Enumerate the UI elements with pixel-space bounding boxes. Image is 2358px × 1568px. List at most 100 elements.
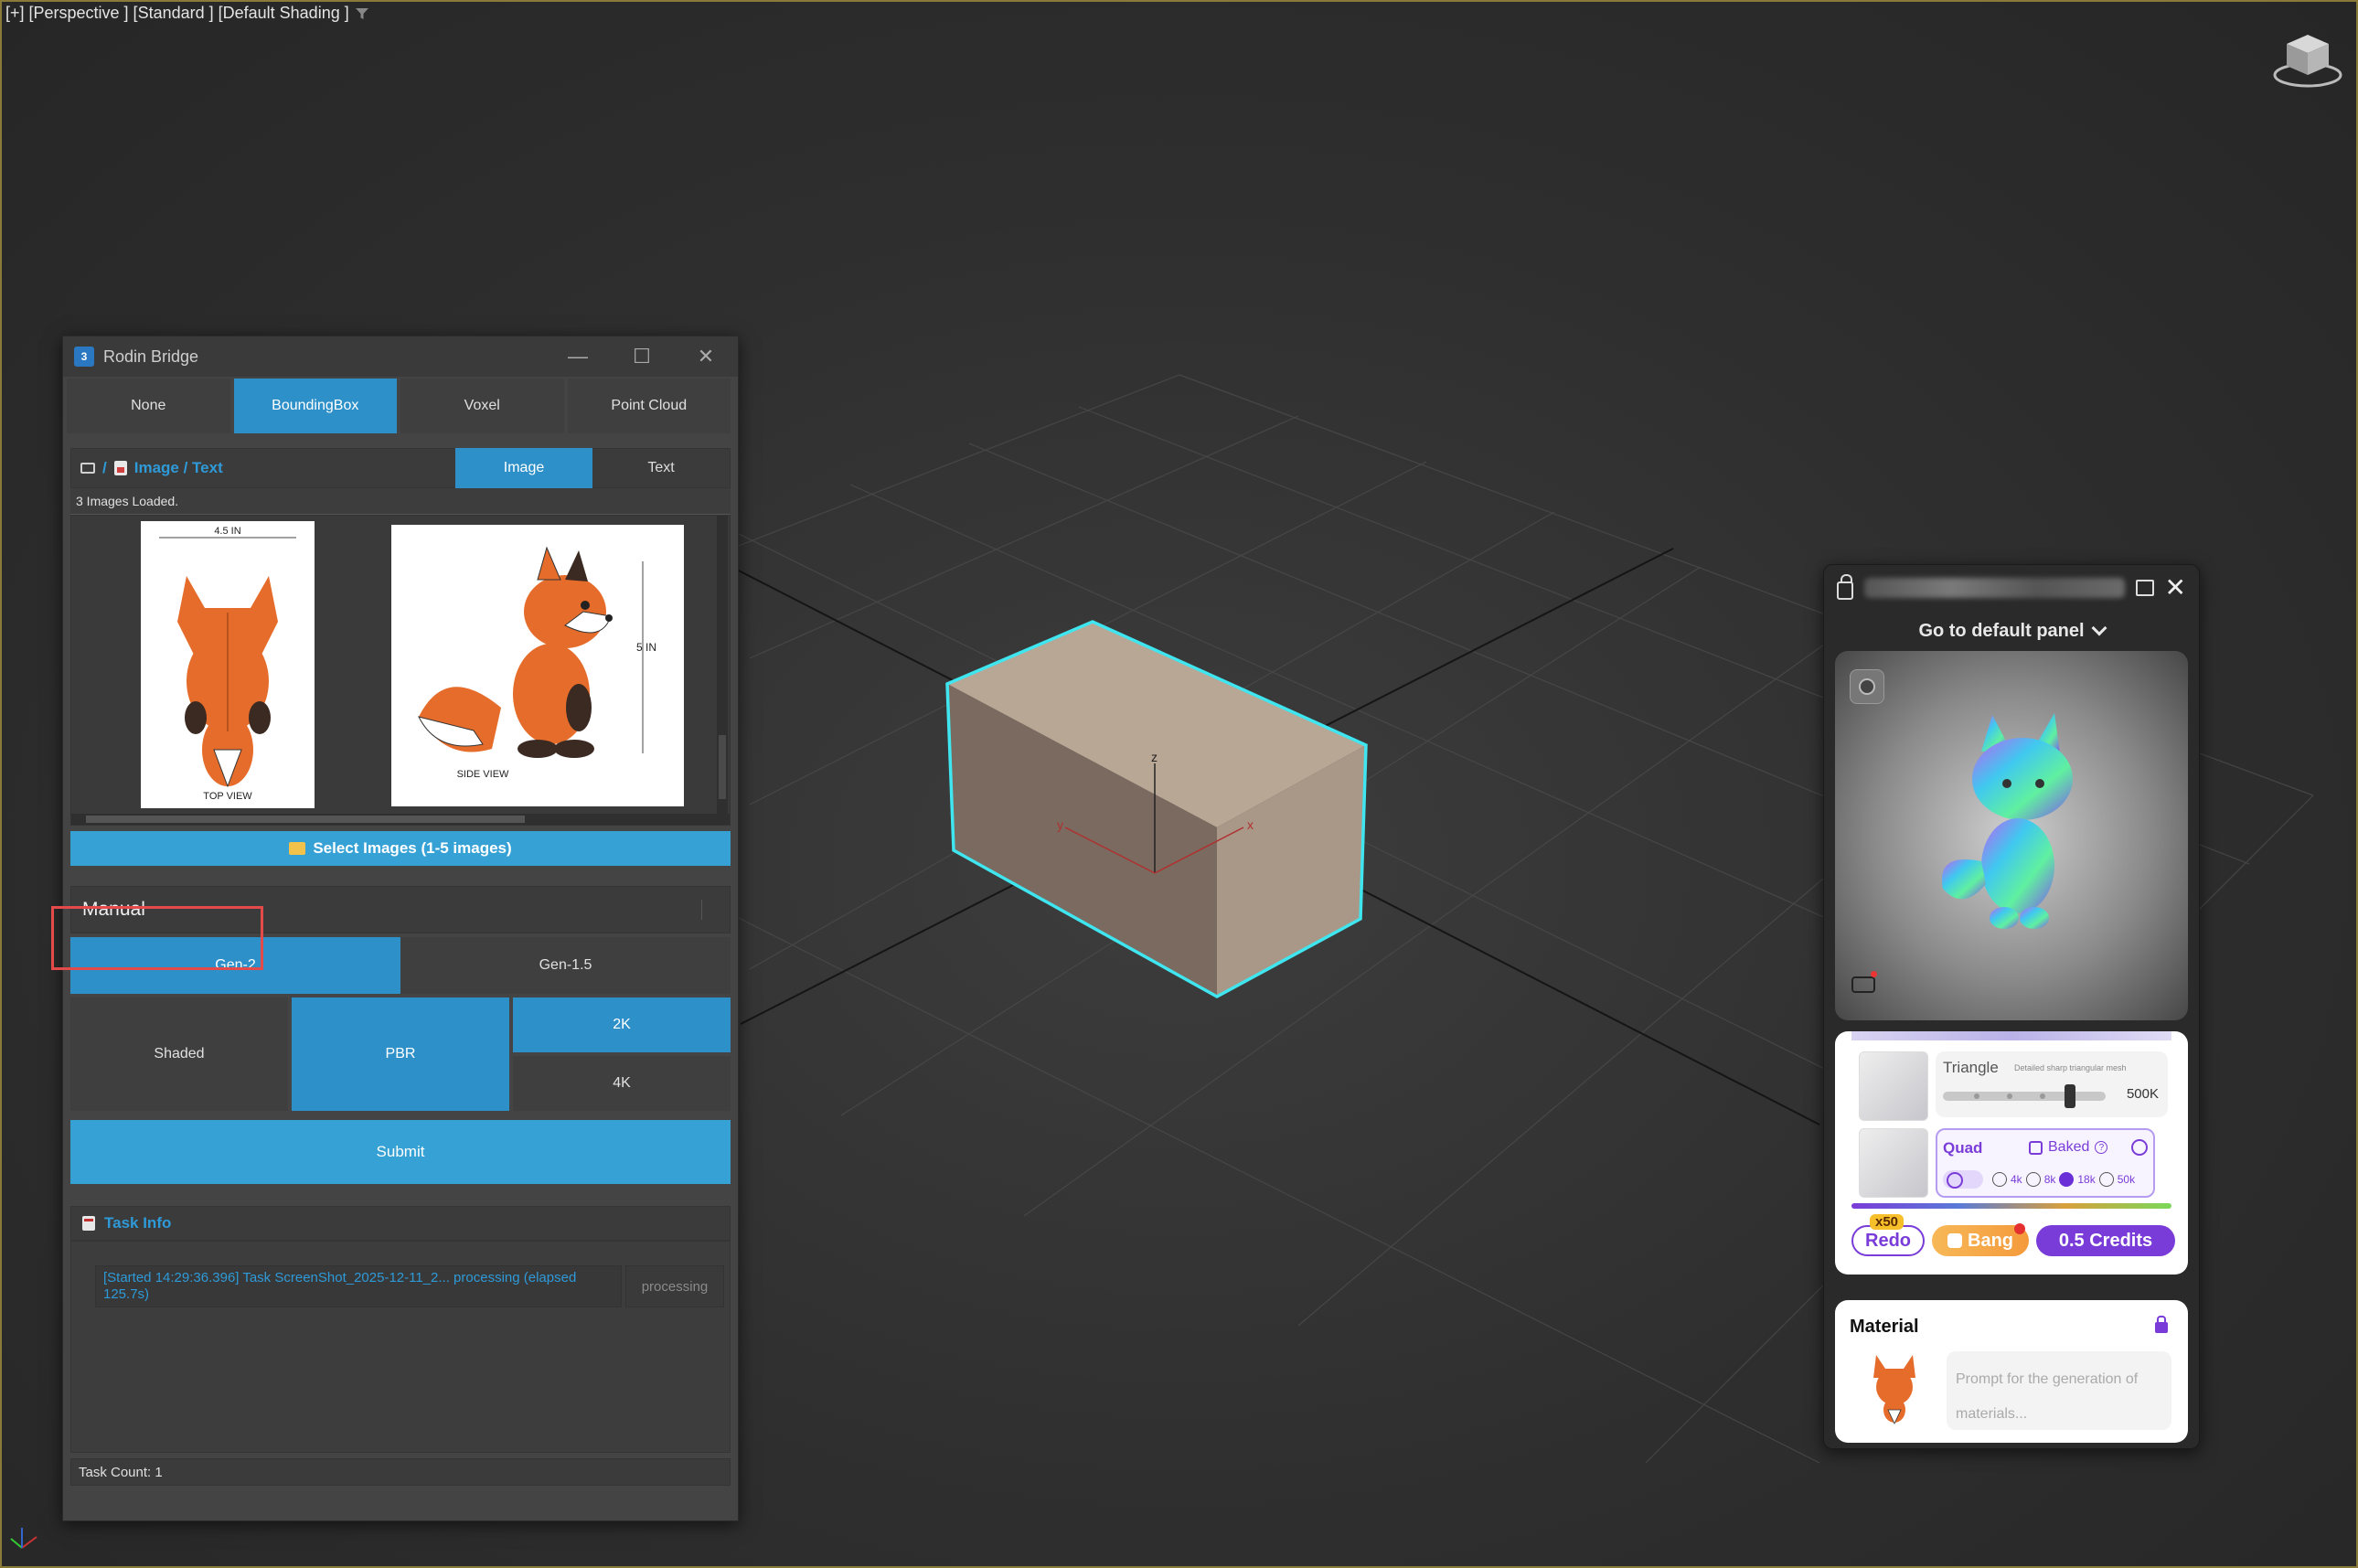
scrollbar-thumb[interactable] (719, 735, 726, 799)
axis-x-label: x (1247, 817, 1254, 832)
minimize-button[interactable]: — (546, 336, 610, 377)
bang-label: Bang (1968, 1230, 2013, 1251)
redo-button[interactable]: x50 Redo (1851, 1214, 1925, 1256)
viewport-label-text[interactable]: [+] [Perspective ] [Standard ] [Default … (5, 4, 349, 23)
maximize-button[interactable]: ☐ (610, 336, 674, 377)
quad-mesh-thumbnail (1859, 1128, 1928, 1198)
material-prompt-input[interactable]: Prompt for the generation of materials..… (1947, 1351, 2171, 1430)
thumbnail-side-view[interactable]: 5 IN SIDE VIEW (391, 525, 684, 806)
folder-icon (289, 842, 306, 855)
breadcrumb-separator: / (102, 459, 107, 476)
option-4k-label: 4k (2011, 1173, 2022, 1186)
breadcrumb-label[interactable]: Image / Text (134, 459, 223, 477)
material-reference-thumbnail (1873, 1355, 1915, 1424)
close-icon[interactable]: ✕ (2165, 575, 2186, 601)
window-title: Rodin Bridge (103, 347, 199, 366)
task-info-header[interactable]: Task Info (70, 1206, 731, 1241)
shaded-button[interactable]: Shaded (70, 997, 288, 1111)
title-bar[interactable]: 3 Rodin Bridge — ☐ ✕ (63, 336, 738, 377)
bang-button[interactable]: Bang (1932, 1223, 2029, 1256)
fox-top-view-image: 4.5 IN TOP VIEW (159, 526, 296, 802)
notification-dot (2014, 1223, 2025, 1234)
material-card: Material Prompt for the generation of ma… (1835, 1300, 2188, 1443)
mode-tabs: None BoundingBox Voxel Point Cloud (67, 379, 734, 433)
triangle-description: Detailed sharp triangular mesh (2014, 1063, 2127, 1072)
triangle-count-slider[interactable] (1943, 1084, 2106, 1108)
fox-side-view-image: 5 IN SIDE VIEW (418, 546, 656, 780)
refresh-icon[interactable] (2131, 1139, 2148, 1156)
quad-toggle[interactable] (1943, 1170, 1983, 1189)
quad-option[interactable]: Quad Baked ? 4k 8k 18k 50k (1936, 1128, 2155, 1198)
thumbnail-top-view[interactable]: 4.5 IN TOP VIEW (141, 521, 315, 808)
tab-text[interactable]: Text (592, 448, 730, 488)
quad-label: Quad (1943, 1139, 1983, 1157)
gradient-band (1851, 1203, 2171, 1209)
fox-model-preview-image (1941, 713, 2073, 929)
expand-icon[interactable] (2135, 580, 2154, 596)
submit-button[interactable]: Submit (70, 1120, 731, 1184)
option-50k-label: 50k (2117, 1173, 2136, 1186)
viewport-label[interactable]: [+] [Perspective ] [Standard ] [Default … (5, 4, 369, 23)
pbr-button[interactable]: PBR (292, 997, 509, 1111)
action-row: x50 Redo Bang 0.5 Credits (1851, 1214, 2175, 1256)
material-title: Material (1850, 1317, 1919, 1337)
resolution-4k-button[interactable]: 4K (513, 1056, 731, 1111)
manual-label: Manual (82, 899, 145, 920)
filter-icon[interactable] (355, 6, 369, 21)
close-button[interactable]: ✕ (674, 336, 738, 377)
breadcrumb[interactable]: / Image / Text (80, 459, 223, 477)
tab-voxel[interactable]: Voxel (400, 379, 564, 433)
top-view-caption: TOP VIEW (203, 791, 252, 802)
strip-horizontal-scrollbar[interactable] (71, 814, 730, 825)
task-status-button[interactable]: processing (625, 1265, 724, 1307)
model-preview[interactable] (1835, 651, 2188, 1020)
strip-vertical-scrollbar[interactable] (717, 516, 728, 825)
app-icon: 3 (74, 347, 94, 367)
gen-1-5-button[interactable]: Gen-1.5 (400, 937, 731, 994)
tab-point-cloud[interactable]: Point Cloud (567, 379, 731, 433)
slider-handle[interactable] (2065, 1084, 2075, 1108)
baked-checkbox[interactable]: Baked ? (2029, 1139, 2108, 1156)
side-view-dimension: 5 IN (636, 641, 656, 654)
tab-boundingbox[interactable]: BoundingBox (233, 379, 397, 433)
gen-2-button[interactable]: Gen-2 (70, 937, 400, 994)
lock-icon[interactable] (1837, 574, 1853, 600)
select-images-button[interactable]: Select Images (1-5 images) (70, 831, 731, 866)
chevron-down-icon (2091, 620, 2107, 636)
axis-y-label: y (1057, 817, 1063, 832)
resolution-options: 2K 4K (513, 997, 731, 1111)
lock-icon[interactable] (2155, 1316, 2168, 1333)
panel-top-bar: ✕ (1824, 565, 2199, 611)
rodin-bridge-window: 3 Rodin Bridge — ☐ ✕ None BoundingBox Vo… (62, 336, 739, 1521)
box-3d[interactable]: z x y (945, 620, 1368, 998)
image-strip[interactable]: 4.5 IN TOP VIEW 5 IN SIDE VIEW (70, 515, 731, 826)
radio-4k[interactable] (1992, 1172, 2007, 1187)
resolution-2k-button[interactable]: 2K (513, 997, 731, 1052)
tab-none[interactable]: None (67, 379, 230, 433)
triangle-count-value: 500K (2126, 1086, 2159, 1102)
help-icon[interactable]: ? (2095, 1141, 2108, 1154)
task-row[interactable]: [Started 14:29:36.396] Task ScreenShot_2… (95, 1265, 622, 1307)
camera-icon[interactable] (1851, 971, 1877, 993)
render-options: Shaded PBR 2K 4K (70, 997, 731, 1111)
goto-default-panel-button[interactable]: Go to default panel (1824, 611, 2199, 651)
slider-tick (2040, 1093, 2045, 1099)
credits-button[interactable]: 0.5 Credits (2036, 1225, 2175, 1256)
blurred-account-name (1864, 578, 2125, 598)
tab-image[interactable]: Image (455, 448, 592, 488)
task-info-title: Task Info (104, 1214, 172, 1232)
radio-8k[interactable] (2025, 1172, 2041, 1187)
checkbox-box[interactable] (2029, 1140, 2043, 1155)
scrollbar-thumb[interactable] (86, 816, 525, 823)
task-count: Task Count: 1 (70, 1458, 731, 1486)
axis-gizmo-icon (10, 1528, 37, 1549)
viewcube-icon[interactable] (2270, 27, 2345, 91)
redo-badge: x50 (1870, 1214, 1905, 1230)
radio-18k[interactable] (2059, 1172, 2075, 1187)
task-list: [Started 14:29:36.396] Task ScreenShot_2… (70, 1241, 731, 1453)
radio-50k[interactable] (2098, 1172, 2114, 1187)
redo-label: Redo (1865, 1230, 1911, 1251)
manual-dropdown[interactable]: Manual (70, 886, 731, 933)
option-18k-label: 18k (2077, 1173, 2096, 1186)
triangle-option[interactable]: Triangle Detailed sharp triangular mesh … (1936, 1051, 2168, 1117)
